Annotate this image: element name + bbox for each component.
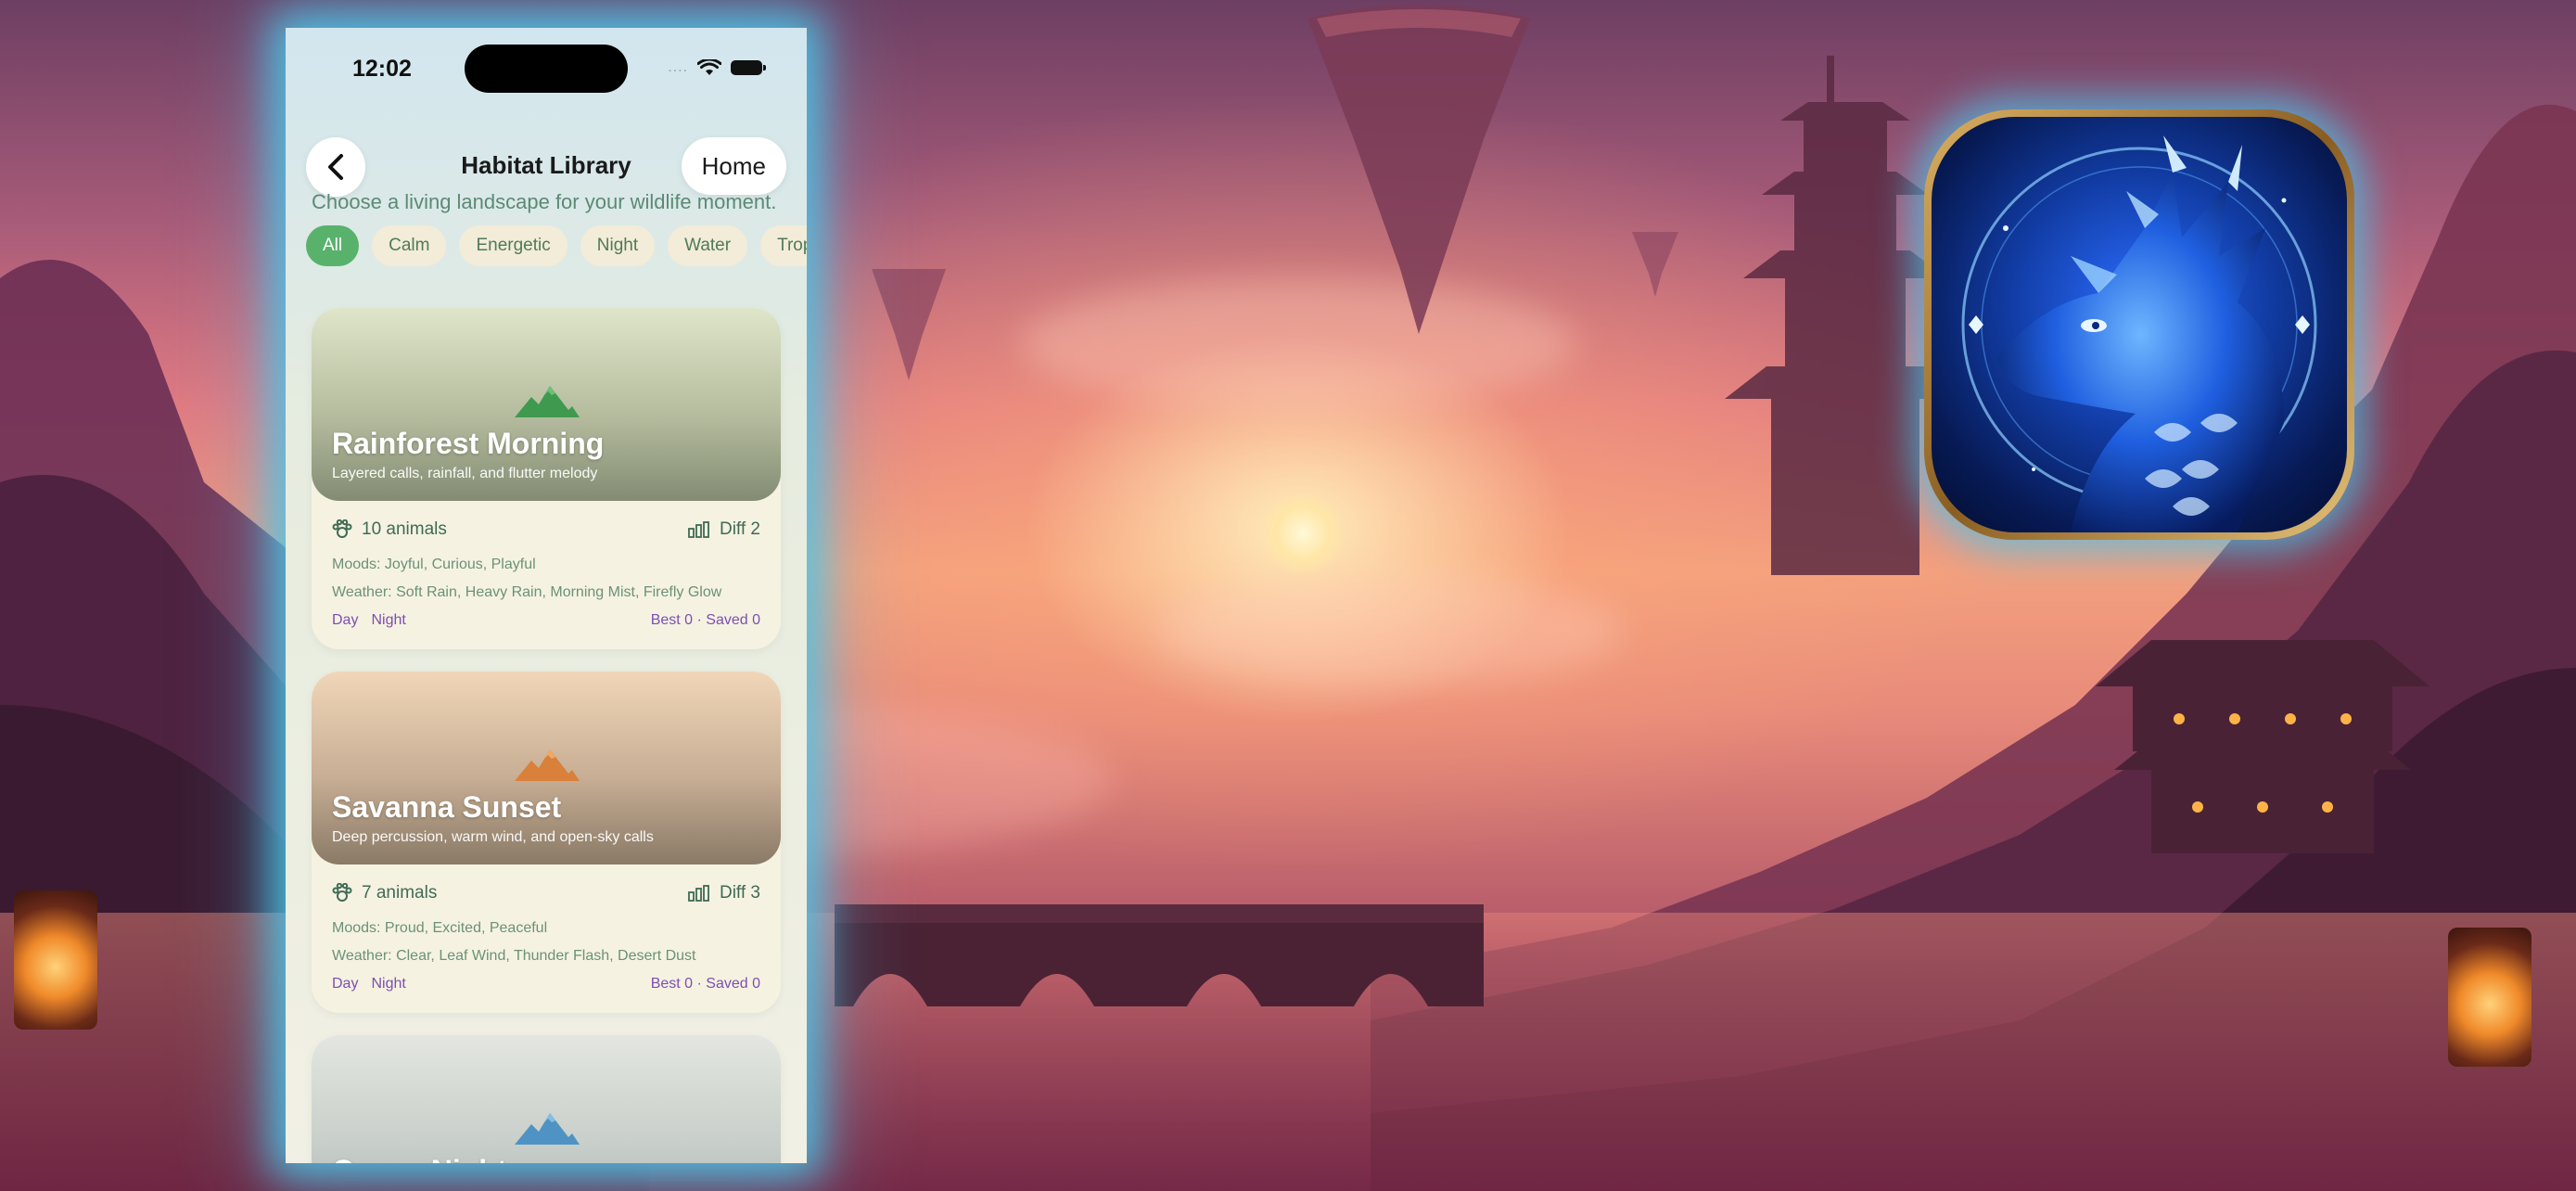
filter-chip-energetic[interactable]: Energetic [459, 225, 567, 266]
tag-night: Night [371, 612, 406, 628]
mountain-icon [515, 749, 580, 781]
habitat-card-ocean[interactable]: Ocean Night [312, 1035, 781, 1163]
mountain-icon [515, 1113, 580, 1145]
paw-icon [332, 519, 352, 538]
difficulty: Diff 2 [688, 519, 760, 540]
app-icon-frame [1924, 109, 2354, 540]
habitat-card-savanna[interactable]: Savanna Sunset Deep percussion, warm win… [312, 672, 781, 1013]
card-title: Savanna Sunset [332, 790, 562, 824]
lantern [14, 890, 97, 1030]
difficulty-bars-icon [688, 521, 709, 538]
animal-count: 7 animals [332, 883, 437, 903]
card-moods: Moods: Proud, Excited, Peaceful [332, 920, 548, 936]
tag-night: Night [371, 976, 406, 992]
status-bar: 12:02 .... [286, 28, 807, 111]
animal-count-label: 10 animals [362, 519, 447, 539]
wifi-icon [697, 59, 721, 75]
card-moods: Moods: Joyful, Curious, Playful [332, 557, 536, 572]
paw-icon [332, 883, 352, 902]
phone-screen: 12:02 .... Habitat Library Home Choose a… [286, 28, 807, 1163]
card-hero: Rainforest Morning Layered calls, rainfa… [312, 308, 781, 501]
nav-bar: Habitat Library Home [286, 109, 807, 197]
card-title: Rainforest Morning [332, 427, 605, 460]
card-stats: Best 0 · Saved 0 [650, 976, 760, 992]
tag-day: Day [332, 612, 359, 628]
filter-chip-tropical[interactable]: Tropical [760, 225, 807, 266]
card-hero: Savanna Sunset Deep percussion, warm win… [312, 672, 781, 864]
filter-chip-calm[interactable]: Calm [372, 225, 447, 266]
filter-chip-water[interactable]: Water [668, 225, 748, 266]
difficulty-label: Diff 3 [719, 883, 760, 903]
card-title: Ocean Night [332, 1154, 506, 1163]
page-subtitle: Choose a living landscape for your wildl… [312, 190, 777, 213]
card-body: 10 animals Diff 2 Moods: Joyful, Curious… [312, 501, 781, 649]
animal-count-label: 7 animals [362, 883, 438, 903]
habitat-card-rainforest[interactable]: Rainforest Morning Layered calls, rainfa… [312, 308, 781, 649]
card-description: Layered calls, rainfall, and flutter mel… [332, 466, 598, 481]
card-stats: Best 0 · Saved 0 [650, 612, 760, 628]
temple-roofs [2096, 640, 2429, 853]
dragon-icon [1961, 135, 2317, 532]
card-body: 7 animals Diff 3 Moods: Proud, Excited, … [312, 864, 781, 1013]
time-tags: Day Night [332, 976, 406, 992]
card-weather: Weather: Soft Rain, Heavy Rain, Morning … [332, 584, 722, 600]
filter-chips: All Calm Energetic Night Water Tropical [306, 225, 807, 266]
filter-chip-night[interactable]: Night [580, 225, 656, 266]
stone-bridge [835, 904, 1484, 1006]
dynamic-island [465, 45, 628, 93]
home-button[interactable]: Home [681, 137, 786, 195]
status-icons: .... [668, 59, 766, 76]
time-tags: Day Night [332, 612, 406, 629]
signal-icon: .... [668, 59, 688, 75]
difficulty-bars-icon [688, 885, 709, 902]
difficulty: Diff 3 [688, 883, 760, 903]
difficulty-label: Diff 2 [719, 519, 760, 539]
card-weather: Weather: Clear, Leaf Wind, Thunder Flash… [332, 948, 696, 964]
mountain-icon [515, 386, 580, 417]
lantern [2448, 928, 2531, 1067]
dragon-app-icon [1932, 117, 2347, 532]
tag-day: Day [332, 976, 359, 992]
sun [1261, 492, 1345, 575]
status-time: 12:02 [352, 56, 412, 82]
battery-icon [731, 60, 766, 75]
card-description: Deep percussion, warm wind, and open-sky… [332, 829, 654, 845]
floating-rock [872, 269, 946, 380]
card-hero: Ocean Night [312, 1035, 781, 1163]
filter-chip-all[interactable]: All [306, 225, 360, 266]
animal-count: 10 animals [332, 519, 447, 540]
